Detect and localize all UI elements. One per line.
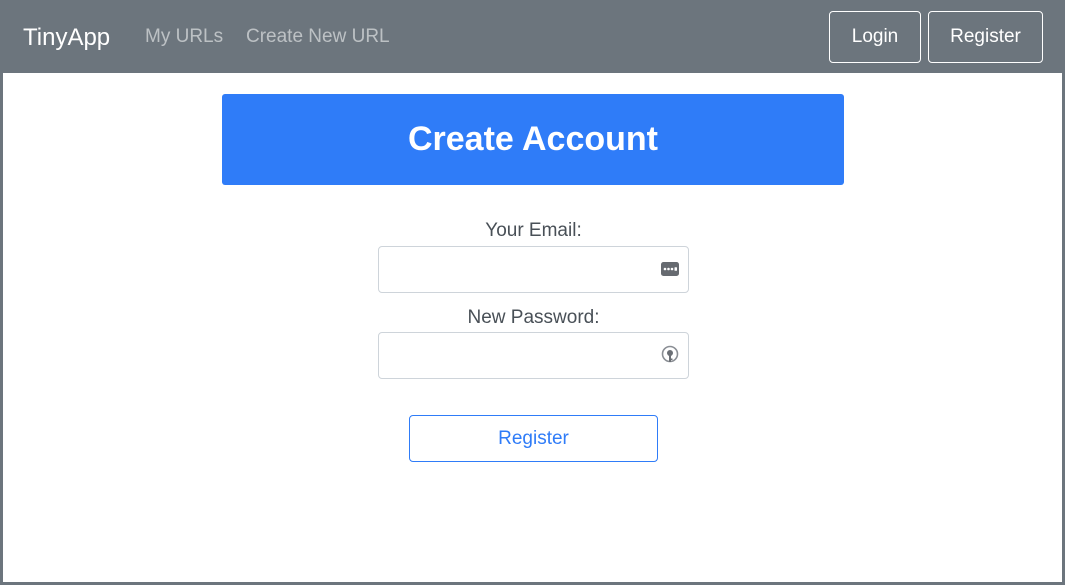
page-title: Create Account: [407, 120, 659, 158]
password-field-wrapper: [378, 332, 689, 379]
email-label: Your Email:: [485, 220, 582, 241]
password-field[interactable]: [379, 333, 649, 378]
autofill-card-icon[interactable]: [660, 259, 680, 279]
browser-viewport: TinyApp My URLs Create New URL Login Reg…: [0, 0, 1065, 585]
navbar: TinyApp My URLs Create New URL Login Reg…: [3, 0, 1062, 73]
create-account-header: Create Account: [222, 94, 844, 185]
login-button[interactable]: Login: [829, 11, 921, 63]
register-submit-button[interactable]: Register: [409, 415, 658, 462]
nav-link-create-new-url[interactable]: Create New URL: [246, 24, 390, 50]
email-field-wrapper: [378, 246, 689, 293]
password-key-icon[interactable]: [660, 345, 680, 365]
brand-link[interactable]: TinyApp: [23, 22, 110, 54]
nav-link-my-urls[interactable]: My URLs: [145, 24, 223, 50]
register-nav-button[interactable]: Register: [928, 11, 1043, 63]
password-label: New Password:: [467, 307, 600, 328]
email-field[interactable]: [379, 247, 649, 292]
